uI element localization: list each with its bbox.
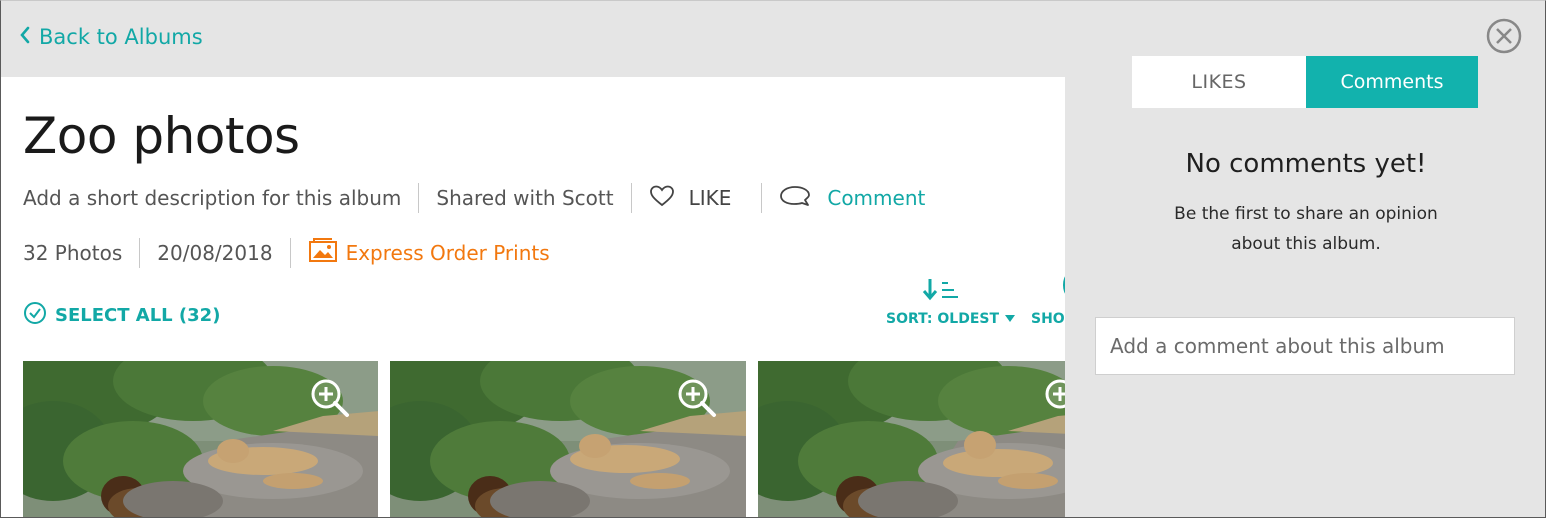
comment-button[interactable]: Comment <box>779 184 925 213</box>
zoom-in-icon[interactable] <box>1043 377 1065 419</box>
like-label: LIKE <box>688 186 732 210</box>
empty-comments-hint: Be the first to share an opinion about t… <box>1065 199 1545 259</box>
chevron-left-icon <box>19 25 31 49</box>
divider <box>289 237 291 268</box>
empty-comments-title: No comments yet! <box>1185 149 1427 179</box>
tab-likes[interactable]: LIKES <box>1132 56 1306 108</box>
album-description[interactable]: Add a short description for this album <box>23 186 401 210</box>
lion-photo <box>758 361 1065 517</box>
tab-comments[interactable]: Comments <box>1306 56 1478 108</box>
dropdown-arrow-icon <box>1005 311 1016 327</box>
speech-bubble-icon <box>779 184 811 213</box>
photo-thumbnail[interactable] <box>390 361 746 517</box>
album-meta-row: Add a short description for this album S… <box>23 183 925 213</box>
hint-line: about this album. <box>1231 234 1381 254</box>
album-title[interactable]: Zoo photos <box>23 107 300 165</box>
comment-input[interactable] <box>1095 317 1515 375</box>
check-circle-icon <box>23 301 47 330</box>
sort-label: SORT: OLDEST <box>886 311 1016 327</box>
heart-icon <box>649 185 675 212</box>
panel-tabs: LIKES Comments <box>1132 56 1478 108</box>
hint-line: Be the first to share an opinion <box>1174 204 1438 224</box>
comments-panel: LIKES Comments No comments yet! Be the f… <box>1065 1 1545 517</box>
express-label: Express Order Prints <box>345 240 550 265</box>
sort-icon <box>922 277 960 305</box>
select-all-button[interactable]: SELECT ALL (32) <box>23 301 220 330</box>
album-date: 20/08/2018 <box>157 240 273 265</box>
zoom-in-icon[interactable] <box>309 377 351 419</box>
photo-count: 32 Photos <box>23 240 123 265</box>
divider <box>761 183 763 213</box>
select-all-label: SELECT ALL (32) <box>55 305 221 326</box>
divider <box>139 237 141 268</box>
like-button[interactable]: LIKE <box>649 185 732 212</box>
comment-label: Comment <box>827 186 926 210</box>
back-link-label: Back to Albums <box>39 25 203 49</box>
shared-with: Shared with Scott <box>436 186 614 210</box>
picture-icon <box>308 237 338 268</box>
sort-text: SORT: OLDEST <box>886 311 1000 327</box>
photo-thumbnail[interactable] <box>23 361 378 517</box>
app-frame: Back to Albums Zoo photos Add a short de… <box>0 0 1546 518</box>
back-to-albums-link[interactable]: Back to Albums <box>19 25 203 49</box>
photo-thumbnail[interactable] <box>758 361 1065 517</box>
divider <box>418 183 420 213</box>
album-main: Zoo photos Add a short description for t… <box>1 77 1080 517</box>
divider <box>630 183 632 213</box>
close-panel-button[interactable] <box>1485 17 1523 55</box>
zoom-in-icon[interactable] <box>676 377 718 419</box>
album-info-row: 32 Photos 20/08/2018 Express Order Print… <box>23 237 550 268</box>
close-icon <box>1486 18 1522 54</box>
express-order-prints-link[interactable]: Express Order Prints <box>308 237 550 268</box>
